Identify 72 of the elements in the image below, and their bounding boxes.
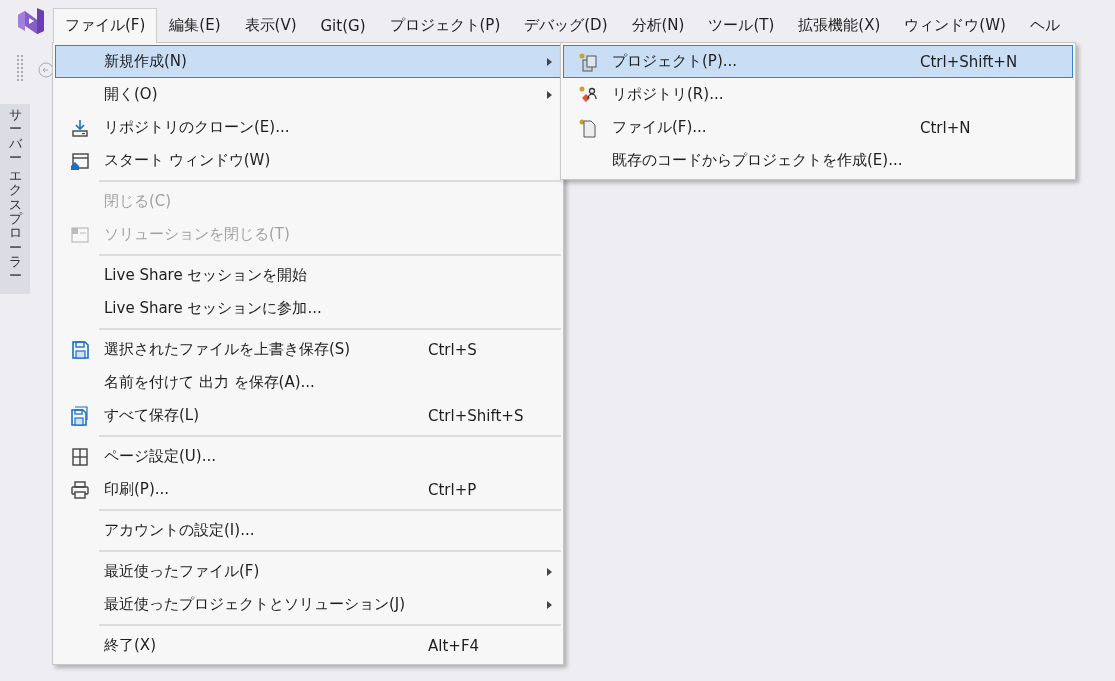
menu-item[interactable]: Live Share セッションに参加... [55,292,561,325]
menu-bar-item[interactable]: 拡張機能(X) [786,8,893,42]
menu-bar-item[interactable]: ウィンドウ(W) [892,8,1018,42]
menu-bar-item[interactable]: デバッグ(D) [512,8,620,42]
menu-bar-item[interactable]: 分析(N) [619,8,697,42]
menu-item[interactable]: リポジトリ(R)... [563,78,1073,111]
menu-bar-item[interactable]: Git(G) [308,8,378,42]
menu-item[interactable]: プロジェクト(P)... Ctrl+Shift+N [563,45,1073,78]
gripper-icon[interactable] [16,54,24,82]
new-file-icon [578,117,598,138]
menu-item-label: 既存のコードからプロジェクトを作成(E)... [612,151,904,170]
menu-bar-item[interactable]: ヘル [1017,8,1072,42]
menu-item-label: リポジトリ(R)... [612,85,725,104]
shortcut-text: Ctrl+N [920,118,972,137]
side-tab[interactable]: サーバー エクスプローラー [0,104,30,294]
menu-item-label: スタート ウィンドウ(W) [104,151,272,170]
menu-item-label: 終了(X) [104,636,157,655]
menu-item[interactable]: 選択されたファイルを上書き保存(S) Ctrl+S [55,333,561,366]
menu-item-label: アカウントの設定(I)... [104,521,256,540]
menu-item[interactable]: スタート ウィンドウ(W) [55,144,561,177]
menu-item[interactable]: 最近使ったプロジェクトとソリューション(J) [55,588,561,621]
menu-item-label: 最近使ったファイル(F) [104,562,261,581]
new-project-icon [578,51,598,72]
menu-item[interactable]: Live Share セッションを開始 [55,259,561,292]
page-layout-icon [70,446,90,467]
menu-item-label: 閉じる(C) [104,192,173,211]
side-tab-label: エクスプローラー [8,169,22,284]
menu-bar-item[interactable]: ツール(T) [696,8,787,42]
window-house-icon [70,150,90,171]
menu-item[interactable]: アカウントの設定(I)... [55,514,561,547]
menu-item-label: すべて保存(L) [104,406,201,425]
solution-close-icon [70,224,90,245]
menu-bar-item[interactable]: ファイル(F) [53,7,158,43]
menu-item-label: 名前を付けて 出力 を保存(A)... [104,373,316,392]
menu-item[interactable]: 最近使ったファイル(F) [55,555,561,588]
side-tab-label: サーバー [8,108,22,166]
menu-item-label: ファイル(F)... [612,118,708,137]
menu-bar-item[interactable]: 編集(E) [157,8,233,42]
menu-item-label: Live Share セッションに参加... [104,299,323,318]
menu-item-label: 印刷(P)... [104,480,171,499]
shortcut-text: Ctrl+P [428,480,478,499]
menu-item-label: Live Share セッションを開始 [104,266,309,285]
menu-item-label: リポジトリのクローン(E)... [104,118,291,137]
menu-item[interactable]: 開く(O) [55,78,561,111]
save-icon [70,339,90,360]
menu-item[interactable]: リポジトリのクローン(E)... [55,111,561,144]
menu-item[interactable]: ファイル(F)... Ctrl+N [563,111,1073,144]
menu-item-label: 最近使ったプロジェクトとソリューション(J) [104,595,407,614]
menu-item-label: 選択されたファイルを上書き保存(S) [104,340,352,359]
menu-item[interactable]: ページ設定(U)... [55,440,561,473]
menu-item[interactable]: 印刷(P)... Ctrl+P [55,473,561,506]
menu-item[interactable]: 既存のコードからプロジェクトを作成(E)... [563,144,1073,177]
shortcut-text: Ctrl+Shift+S [428,406,525,425]
shortcut-text: Ctrl+S [428,340,478,359]
shortcut-text: Ctrl+Shift+N [920,52,1019,71]
menu-item-label: プロジェクト(P)... [612,52,739,71]
save-all-icon [70,405,90,426]
menu-item-label: 新規作成(N) [104,52,188,71]
app-logo-icon [16,7,46,35]
download-tray-icon [70,117,90,138]
shortcut-text: Alt+F4 [428,636,481,655]
menu-item[interactable]: すべて保存(L) Ctrl+Shift+S [55,399,561,432]
menu-item[interactable]: 新規作成(N) [55,45,561,78]
print-icon [70,479,90,500]
menu-bar-item[interactable]: 表示(V) [232,8,309,42]
new-repository-icon [578,84,598,105]
menu-item-label: 開く(O) [104,85,159,104]
menu-bar-item[interactable]: プロジェクト(P) [377,8,513,42]
menu-item-label: ソリューションを閉じる(T) [104,225,291,244]
menu-item-label: ページ設定(U)... [104,447,217,466]
menu-item[interactable]: 終了(X) Alt+F4 [55,629,561,662]
menu-item[interactable]: 名前を付けて 出力 を保存(A)... [55,366,561,399]
